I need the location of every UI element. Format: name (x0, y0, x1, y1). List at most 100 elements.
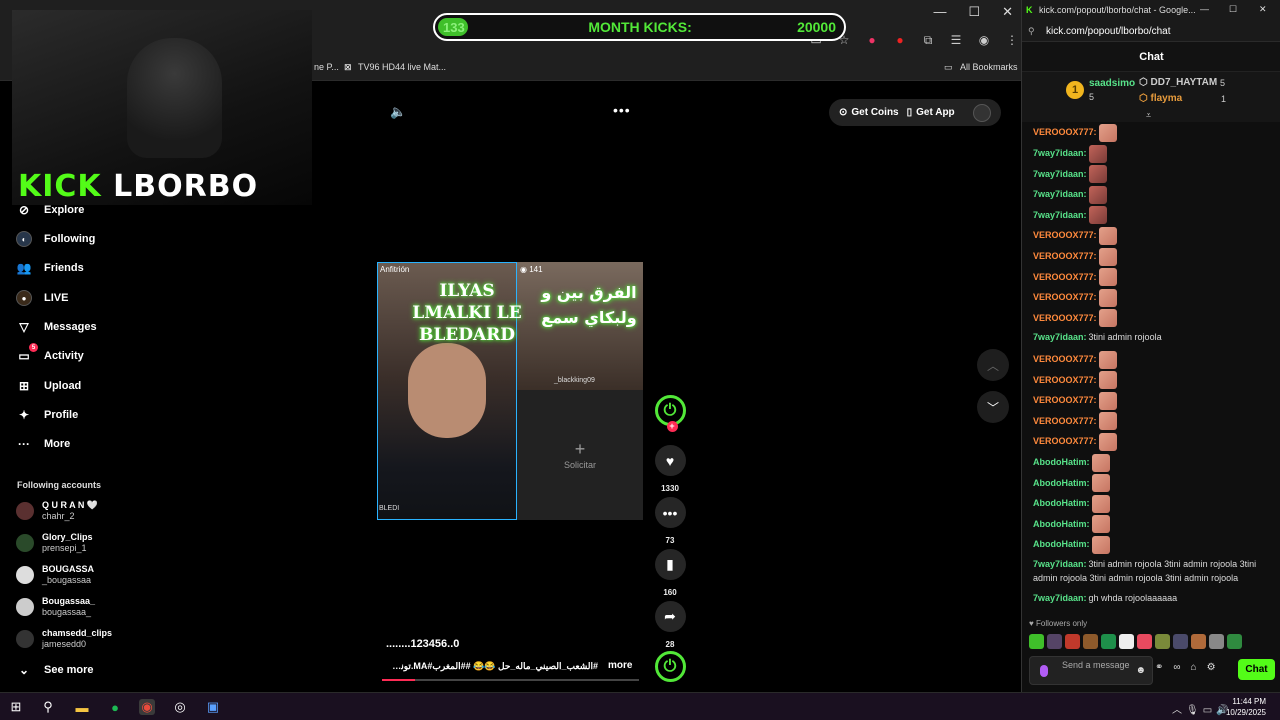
gear-icon[interactable]: ⚙ (1207, 662, 1216, 673)
close-button[interactable]: ✕ (1259, 4, 1267, 15)
microphone-icon[interactable] (1040, 665, 1048, 677)
emoji-icon[interactable]: ☻ (1135, 665, 1146, 676)
more-options-icon[interactable]: ••• (613, 102, 631, 118)
emote-icon[interactable] (1191, 634, 1206, 649)
creator-avatar[interactable]: ⏻ (654, 651, 686, 682)
chat-username[interactable]: AbodoHatim: (1033, 478, 1090, 488)
chat-username[interactable]: VEROOOX777: (1033, 272, 1097, 282)
emote-icon[interactable] (1029, 634, 1044, 649)
chat-username[interactable]: VEROOOX777: (1033, 395, 1097, 405)
file-explorer-icon[interactable]: ▬ (74, 699, 90, 715)
leader-third-name[interactable]: ⬡ flayma (1139, 93, 1182, 104)
system-tray[interactable]: ︿🎙▭🔊 (1172, 701, 1233, 716)
sidebar-item-explore[interactable]: ⊘ Explore (16, 198, 84, 222)
save-action[interactable]: ▮ 160 (654, 549, 686, 597)
emote-icon[interactable] (1137, 634, 1152, 649)
caption-username[interactable]: ........123456..0 (386, 638, 459, 650)
sidebar-item-profile[interactable]: ✦ Profile (16, 403, 78, 427)
emote-icon[interactable] (1047, 634, 1062, 649)
adblock-icon[interactable]: ● (892, 33, 908, 48)
chat-username[interactable]: 7way7idaan: (1033, 593, 1087, 603)
store-icon[interactable]: ⌂ (1191, 662, 1197, 673)
caption-more-button[interactable]: more (608, 660, 632, 671)
volume-icon[interactable]: 🔈 (390, 104, 406, 120)
previous-video-button[interactable]: ︿ (977, 349, 1009, 381)
share-icon[interactable]: ⚭ (1155, 662, 1163, 673)
maximize-button[interactable]: ☐ (1229, 4, 1237, 15)
bookmark-item[interactable]: ne P... (314, 62, 339, 72)
chat-url[interactable]: kick.com/popout/lborbo/chat (1046, 26, 1171, 37)
live-video[interactable]: + Solicitar Anfitrión ◉ 141 ILYAS LMALKI… (377, 262, 643, 520)
emote-icon[interactable] (1209, 634, 1224, 649)
emote-icon[interactable] (1119, 634, 1134, 649)
see-more-button[interactable]: ⌄ See more (16, 658, 94, 682)
chat-message-input[interactable]: Send a message ☻ (1029, 656, 1153, 685)
bookmark-item[interactable]: TV96 HD44 live Mat... (358, 62, 446, 72)
chat-username[interactable]: AbodoHatim: (1033, 457, 1090, 467)
chat-username[interactable]: 7way7idaan: (1033, 169, 1087, 179)
collapse-icon[interactable]: ⩡ (1146, 110, 1151, 121)
following-account[interactable]: chamsedd_clips jamesedd0 (16, 626, 112, 652)
leader-first-name[interactable]: saadsimo (1089, 78, 1135, 89)
comment-action[interactable]: ••• 73 (654, 497, 686, 545)
emote-icon[interactable] (1083, 634, 1098, 649)
emote-icon[interactable] (1065, 634, 1080, 649)
follow-plus-icon[interactable]: + (666, 421, 678, 432)
chat-username[interactable]: AbodoHatim: (1033, 519, 1090, 529)
infinity-icon[interactable]: ∞ (1173, 662, 1180, 673)
chat-username[interactable]: VEROOOX777: (1033, 292, 1097, 302)
emote-icon[interactable] (1173, 634, 1188, 649)
sidebar-item-live[interactable]: ● LIVE (16, 286, 68, 310)
sidebar-item-messages[interactable]: ▽ Messages (16, 315, 96, 339)
all-bookmarks-button[interactable]: All Bookmarks (960, 62, 1018, 72)
leader-second-name[interactable]: ⬡ DD7_HAYTAM (1139, 77, 1217, 88)
request-slot[interactable]: + Solicitar (517, 390, 643, 520)
chat-username[interactable]: VEROOOX777: (1033, 436, 1097, 446)
emote-icon[interactable] (1101, 634, 1116, 649)
avatar[interactable] (973, 103, 991, 122)
sidebar-item-upload[interactable]: ⊞ Upload (16, 374, 81, 398)
chat-username[interactable]: VEROOOX777: (1033, 230, 1097, 240)
emote-icon[interactable] (1155, 634, 1170, 649)
next-video-button[interactable]: ﹀ (977, 391, 1009, 423)
following-account[interactable]: Q U R A N 🤍 chahr_2 (16, 498, 98, 524)
sidebar-item-activity[interactable]: ▭ 5 Activity (16, 343, 84, 368)
app-icon[interactable]: ▣ (205, 699, 221, 715)
following-account[interactable]: BOUGASSA _bougassaa (16, 562, 94, 588)
chat-send-button[interactable]: Chat (1238, 659, 1275, 680)
chat-username[interactable]: 7way7idaan: (1033, 210, 1087, 220)
chat-username[interactable]: 7way7idaan: (1033, 559, 1087, 569)
sidebar-item-more[interactable]: ··· More (16, 432, 70, 456)
profile-icon[interactable]: ◉ (976, 33, 992, 48)
get-app-button[interactable]: ▯ Get App (907, 107, 955, 118)
minimize-button[interactable]: — (1200, 4, 1209, 14)
extension-icon[interactable]: ● (864, 33, 880, 48)
search-icon[interactable]: ⚲ (40, 699, 56, 715)
share-action[interactable]: ➦ 28 (654, 601, 686, 649)
puzzle-icon[interactable]: ⧉ (920, 33, 936, 48)
like-action[interactable]: ♥ 1330 (654, 445, 686, 493)
spotify-icon[interactable]: ● (107, 699, 123, 715)
chat-username[interactable]: AbodoHatim: (1033, 498, 1090, 508)
clock[interactable]: 11:44 PM 10/29/2025 (1226, 696, 1266, 718)
chat-username[interactable]: VEROOOX777: (1033, 416, 1097, 426)
close-button[interactable]: ✕ (1002, 4, 1013, 20)
sidebar-item-following[interactable]: ◐ Following (16, 227, 95, 251)
media-icon[interactable]: ☰ (948, 33, 964, 48)
heart-icon[interactable]: ♥ (654, 445, 686, 476)
maximize-button[interactable]: ☐ (968, 4, 980, 20)
obs-icon[interactable]: ◎ (172, 699, 188, 715)
chat-username[interactable]: VEROOOX777: (1033, 313, 1097, 323)
chat-username[interactable]: AbodoHatim: (1033, 539, 1090, 549)
chat-username[interactable]: 7way7idaan: (1033, 332, 1087, 342)
chrome-icon[interactable]: ◉ (139, 699, 155, 715)
following-account[interactable]: Glory_Clips prensepi_1 (16, 530, 93, 556)
creator-follow[interactable]: ⏻ + (654, 395, 686, 432)
comment-icon[interactable]: ••• (654, 497, 686, 528)
emote-icon[interactable] (1227, 634, 1242, 649)
video-progress-bar[interactable] (382, 679, 639, 681)
chat-username[interactable]: VEROOOX777: (1033, 375, 1097, 385)
menu-dots-icon[interactable]: ⋮ (1004, 33, 1020, 48)
minimize-button[interactable]: — (933, 4, 946, 20)
windows-start-icon[interactable]: ⊞ (8, 699, 24, 715)
